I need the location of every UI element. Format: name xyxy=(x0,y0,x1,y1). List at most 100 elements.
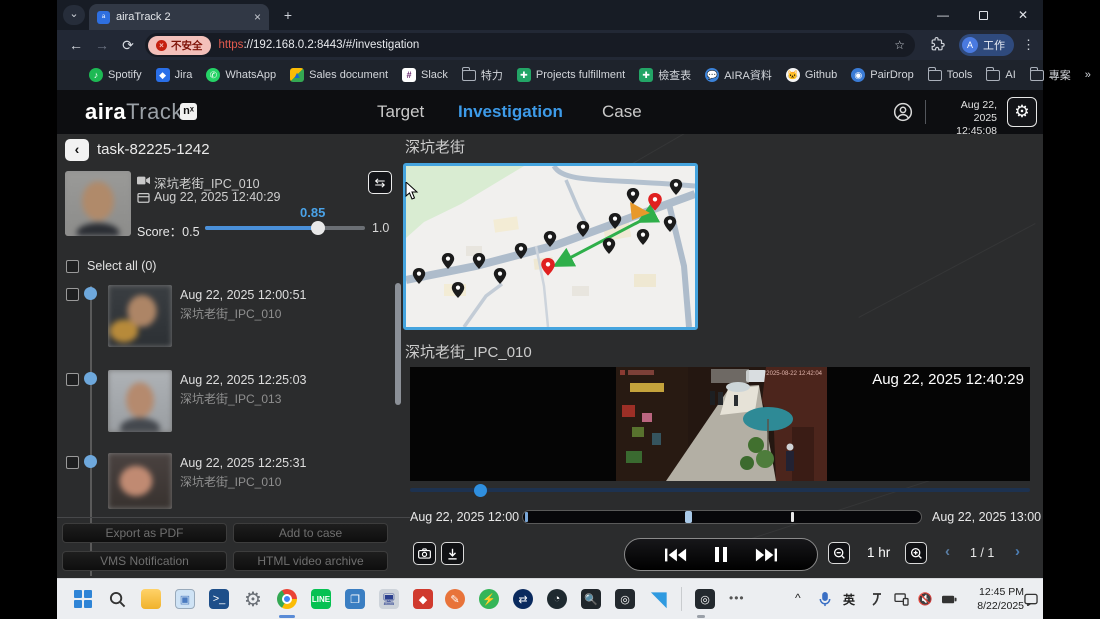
target-face-thumbnail[interactable] xyxy=(65,171,131,236)
snapshot-button[interactable] xyxy=(413,542,436,565)
skip-forward-button[interactable] xyxy=(755,548,777,562)
tab-case[interactable]: Case xyxy=(602,102,642,122)
green-flash-app-icon[interactable]: ⚡ xyxy=(477,587,501,611)
browser-menu-icon[interactable]: ⋮ xyxy=(1022,37,1035,53)
bookmark-pairdrop[interactable]: ◉PairDrop xyxy=(851,68,913,82)
powershell-icon[interactable]: >_ xyxy=(207,587,231,611)
orange-app-icon[interactable]: ✎ xyxy=(443,587,467,611)
bookmark-aira-docs[interactable]: 💬AIRA資料 xyxy=(705,67,772,83)
page-prev-button[interactable]: ‹ xyxy=(945,543,950,560)
bookmark-sales-document[interactable]: ▲Sales document xyxy=(290,68,388,82)
pause-button[interactable] xyxy=(714,547,728,562)
address-bar[interactable]: × 不安全 https://192.168.0.2:8443/#/investi… xyxy=(145,33,915,57)
volume-muted-icon[interactable]: 🔇 xyxy=(913,587,937,611)
export-pdf-button[interactable]: Export as PDF xyxy=(62,523,227,543)
bookmark-checklist[interactable]: ✚檢查表 xyxy=(639,67,691,83)
remote-desktop-icon[interactable]: 🖥 xyxy=(377,587,401,611)
skip-back-button[interactable] xyxy=(665,548,687,562)
sidebar-scrollbar[interactable] xyxy=(395,283,401,405)
settings-gear-button[interactable]: ⚙ xyxy=(1007,97,1037,127)
apps-grid-icon[interactable] xyxy=(67,69,69,81)
window-close-button[interactable]: ✕ xyxy=(1003,0,1043,30)
file-explorer-icon[interactable] xyxy=(139,587,163,611)
red-app-icon[interactable]: ◆ xyxy=(411,587,435,611)
media-app-icon[interactable]: ▣ xyxy=(173,587,197,611)
result-row[interactable]: Aug 22, 2025 12:25:03 深坑老街_IPC_013 xyxy=(57,370,410,440)
bookmark-spotify[interactable]: ♪Spotify xyxy=(89,68,142,82)
zoom-out-button[interactable] xyxy=(828,542,850,564)
reload-button[interactable]: ⟳ xyxy=(115,37,141,54)
add-to-case-button[interactable]: Add to case xyxy=(233,523,388,543)
start-button[interactable] xyxy=(71,587,95,611)
tab-target[interactable]: Target xyxy=(377,102,424,122)
bookmark-folder-project[interactable]: 專案 xyxy=(1030,67,1071,83)
notification-center-icon[interactable] xyxy=(1019,587,1043,611)
cast-screen-icon[interactable] xyxy=(889,587,913,611)
bookmark-whatsapp[interactable]: ✆WhatsApp xyxy=(206,68,276,82)
back-button[interactable]: ← xyxy=(63,37,89,53)
video-progress-slider[interactable] xyxy=(410,488,1030,492)
forward-button[interactable]: → xyxy=(89,37,115,53)
bookmark-jira[interactable]: ◆Jira xyxy=(156,68,193,82)
vmware-icon[interactable]: ❐ xyxy=(343,587,367,611)
teamviewer-icon[interactable]: ⇄ xyxy=(511,587,535,611)
bookmark-projects-fulfillment[interactable]: ✚Projects fulfillment xyxy=(517,68,625,82)
result-row[interactable]: Aug 22, 2025 12:25:31 深坑老街_IPC_010 xyxy=(57,453,410,523)
bookmarks-overflow-icon[interactable]: » xyxy=(1085,69,1091,81)
result-thumbnail[interactable] xyxy=(108,453,172,509)
page-next-button[interactable]: › xyxy=(1015,543,1020,560)
ime-language-indicator[interactable]: 英 xyxy=(843,591,855,608)
running-app-icon[interactable]: ◎ xyxy=(693,587,717,611)
bookmark-star-icon[interactable]: ☆ xyxy=(894,38,905,52)
html-video-archive-button[interactable]: HTML video archive xyxy=(233,551,388,571)
result-checkbox[interactable] xyxy=(66,456,79,469)
result-thumbnail[interactable] xyxy=(108,285,172,347)
window-minimize-button[interactable]: — xyxy=(923,0,963,30)
taskbar-clock[interactable]: 12:45 PM 8/22/2025 xyxy=(962,585,1024,613)
vms-notification-button[interactable]: VMS Notification xyxy=(62,551,227,571)
extensions-icon[interactable] xyxy=(925,37,951,54)
bookmark-folder-ai[interactable]: AI xyxy=(986,69,1015,81)
result-thumbnail[interactable] xyxy=(108,370,172,432)
back-to-tasks-button[interactable]: ‹ xyxy=(65,139,89,161)
result-checkbox[interactable] xyxy=(66,288,79,301)
download-button[interactable] xyxy=(441,542,464,565)
result-checkbox[interactable] xyxy=(66,373,79,386)
chrome-icon[interactable] xyxy=(275,587,299,611)
profile-button[interactable]: A 工作 xyxy=(959,34,1014,56)
video-player[interactable]: 2025-08-22 12:42:04 Aug 22, 2025 12:40:2… xyxy=(410,367,1030,481)
bookmark-folder-teli[interactable]: 特力 xyxy=(462,67,503,83)
taskbar-more-icon[interactable]: ••• xyxy=(729,591,745,605)
not-secure-badge[interactable]: × 不安全 xyxy=(148,36,211,55)
ime-mode-icon[interactable] xyxy=(865,587,889,611)
new-tab-button[interactable]: + xyxy=(279,7,297,25)
score-slider[interactable] xyxy=(205,226,365,230)
bookmark-slack[interactable]: #Slack xyxy=(402,68,448,82)
obs-icon[interactable]: ◔ xyxy=(545,587,569,611)
window-restore-button[interactable] xyxy=(963,0,1003,30)
result-row[interactable]: Aug 22, 2025 12:00:51 深坑老街_IPC_010 xyxy=(57,285,410,355)
zoom-in-button[interactable] xyxy=(905,542,927,564)
tab-investigation[interactable]: Investigation xyxy=(458,102,563,122)
browser-tab[interactable]: a airaTrack 2 × xyxy=(89,4,269,30)
everything-search-icon[interactable]: 🔍 xyxy=(579,587,603,611)
timeline-handle[interactable] xyxy=(685,511,692,523)
vscode-icon[interactable]: ◥ xyxy=(647,587,671,611)
tab-close-icon[interactable]: × xyxy=(254,10,261,24)
user-icon[interactable] xyxy=(893,102,913,122)
settings-icon[interactable]: ⚙ xyxy=(241,587,265,611)
select-all-checkbox[interactable] xyxy=(66,260,79,273)
video-progress-handle[interactable] xyxy=(474,484,487,497)
map[interactable] xyxy=(403,163,698,330)
line-app-icon[interactable]: LINE xyxy=(309,587,333,611)
battery-icon[interactable] xyxy=(937,587,961,611)
bookmark-github[interactable]: 🐱Github xyxy=(786,68,837,82)
score-slider-handle[interactable] xyxy=(311,221,325,235)
timeline-bar[interactable] xyxy=(522,510,922,524)
tab-search-chevron-icon[interactable]: ⌄ xyxy=(63,5,85,25)
bookmark-folder-tools[interactable]: Tools xyxy=(928,69,973,81)
microphone-icon[interactable] xyxy=(813,587,837,611)
taskbar-search-icon[interactable] xyxy=(105,587,129,611)
switch-target-button[interactable]: ⇆ xyxy=(368,171,392,194)
camera-app-icon[interactable]: ◎ xyxy=(613,587,637,611)
